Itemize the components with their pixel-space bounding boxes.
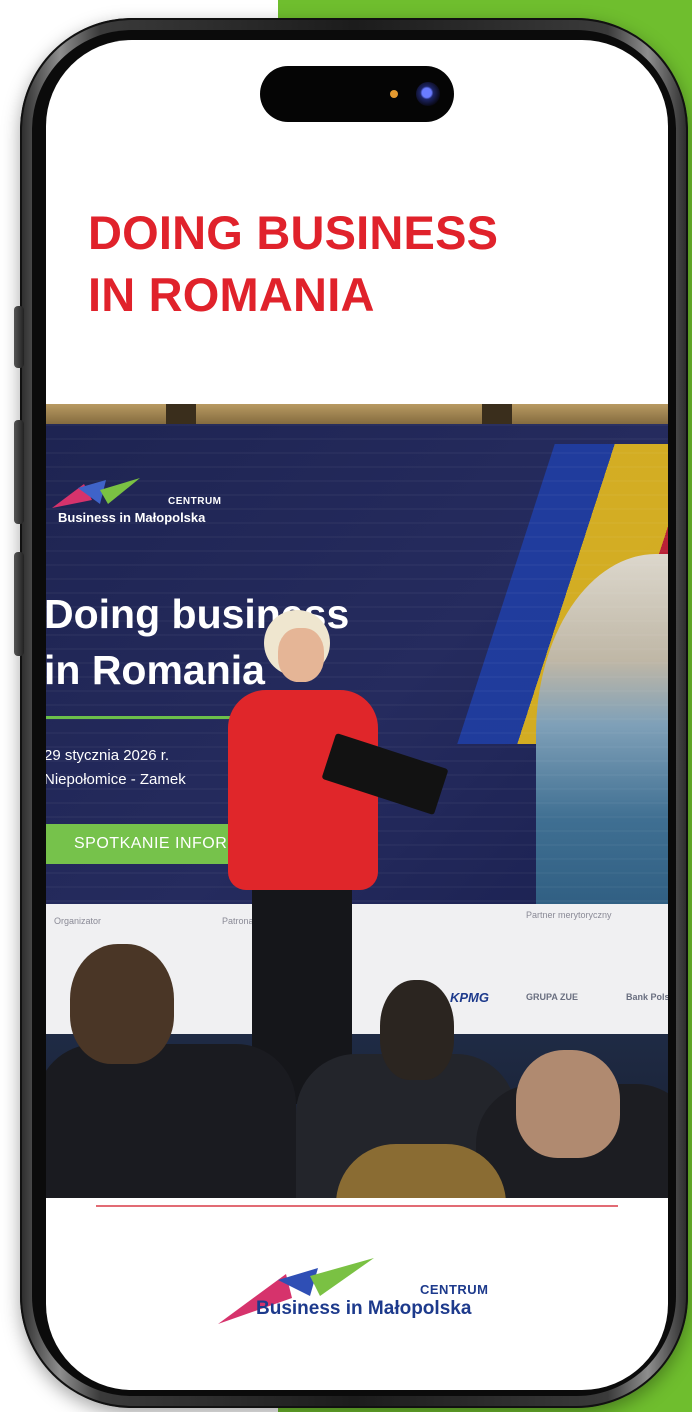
volume-up-button bbox=[14, 420, 24, 524]
speaker-face bbox=[278, 628, 324, 682]
screen-brand-logo: CENTRUM Business in Małopolska bbox=[48, 474, 238, 534]
sponsor-logo-kpmg: KPMG bbox=[450, 990, 489, 1005]
footer-brand-logo: CENTRUM Business in Małopolska bbox=[216, 1252, 516, 1332]
brand-swoosh-icon bbox=[52, 478, 140, 508]
sponsor-logo-zue: GRUPA ZUE bbox=[526, 992, 579, 1002]
ceiling-lamp bbox=[166, 404, 196, 426]
speaker-jacket bbox=[228, 690, 378, 890]
brand-swoosh-icon bbox=[218, 1258, 374, 1324]
audience-member-head bbox=[70, 944, 174, 1064]
event-photo: CENTRUM Business in Małopolska Doing bus… bbox=[46, 404, 668, 1198]
front-camera-icon bbox=[416, 82, 440, 106]
screen-logo-centrum: CENTRUM bbox=[168, 496, 222, 507]
audience-member bbox=[46, 1044, 296, 1198]
screen-event-date: 29 stycznia 2026 r. bbox=[46, 747, 170, 764]
mute-switch bbox=[14, 306, 24, 368]
sponsor-label: Organizator bbox=[54, 916, 102, 926]
screen-event-place: Niepołomice - Zamek bbox=[46, 771, 186, 788]
sponsor-logo-bank: Bank Polski bbox=[626, 992, 668, 1002]
footer-logo-name: Business in Małopolska bbox=[256, 1298, 472, 1319]
audience-member-head bbox=[380, 980, 454, 1080]
screen-logo-name: Business in Małopolska bbox=[58, 510, 206, 525]
footer-divider bbox=[96, 1205, 618, 1207]
indicator-dot-icon bbox=[390, 90, 398, 98]
audience-member-head bbox=[516, 1050, 620, 1158]
phone-screen: DOING BUSINESS IN ROMANIA CENTRUM Busine… bbox=[46, 40, 668, 1390]
sponsor-label: Partner merytoryczny bbox=[526, 910, 612, 920]
volume-down-button bbox=[14, 552, 24, 656]
dynamic-island bbox=[260, 66, 454, 122]
page-title-line-1: DOING BUSINESS bbox=[88, 206, 499, 259]
page-title-line-2: IN ROMANIA bbox=[88, 268, 375, 321]
promo-canvas: DOING BUSINESS IN ROMANIA CENTRUM Busine… bbox=[0, 0, 692, 1412]
page-title: DOING BUSINESS IN ROMANIA bbox=[88, 202, 648, 326]
screen-event-details: 29 stycznia 2026 r. Niepołomice - Zamek bbox=[46, 744, 186, 792]
footer-logo-centrum: CENTRUM bbox=[420, 1282, 489, 1297]
ceiling-lamp bbox=[482, 404, 512, 426]
